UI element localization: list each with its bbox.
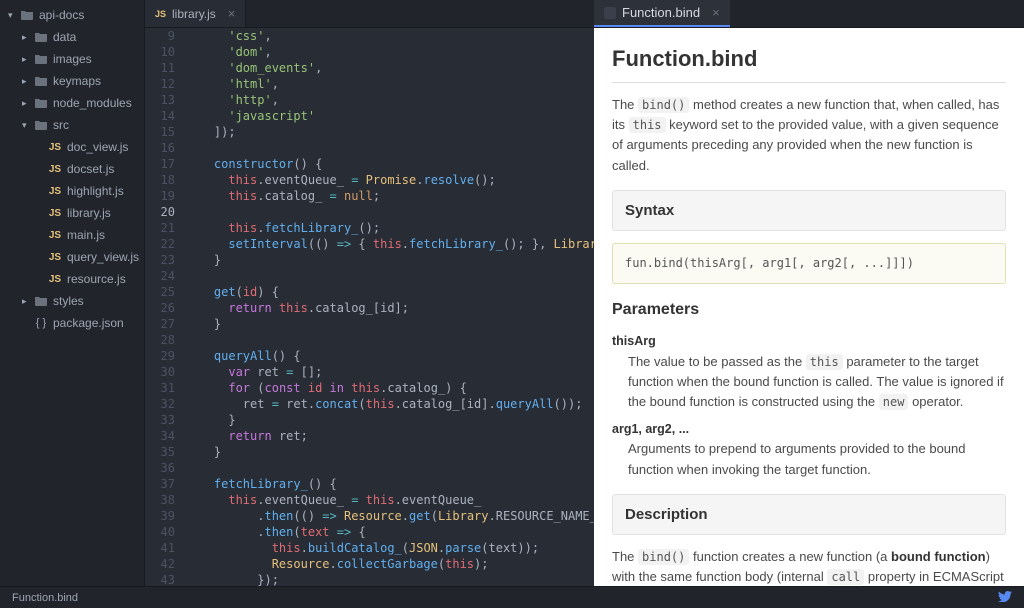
js-file-icon: JS <box>48 274 62 285</box>
tab-library-js[interactable]: JS library.js × <box>145 0 246 27</box>
file-tree-sidebar[interactable]: ▾ api-docs ▸ data ▸ images ▸ keymaps ▸ node_mod… <box>0 0 145 586</box>
js-file-icon: JS <box>48 142 62 153</box>
doc-body[interactable]: Function.bind The bind() method creates … <box>594 28 1024 586</box>
status-right-icon[interactable] <box>998 590 1012 605</box>
folder-label: images <box>53 52 92 66</box>
tree-file-resource-js[interactable]: JS resource.js <box>0 268 144 290</box>
file-label: resource.js <box>67 272 126 286</box>
tree-file-docset-js[interactable]: JS docset.js <box>0 158 144 180</box>
parameters-list: thisArg The value to be passed as the th… <box>612 332 1006 479</box>
doc-icon <box>604 7 616 19</box>
file-label: package.json <box>53 316 124 330</box>
folder-label: styles <box>53 294 84 308</box>
chevron-icon: ▾ <box>22 120 34 131</box>
folder-label: data <box>53 30 76 44</box>
tree-file-library-js[interactable]: JS library.js <box>0 202 144 224</box>
description-heading: Description <box>612 494 1006 535</box>
tree-folder-images[interactable]: ▸ images <box>0 48 144 70</box>
js-file-icon: JS <box>48 230 62 241</box>
syntax-code: fun.bind(thisArg[, arg1[, arg2[, ...]]]) <box>612 243 1006 284</box>
chevron-icon: ▸ <box>22 76 34 87</box>
folder-label: src <box>53 118 69 132</box>
chevron-icon: ▸ <box>22 54 34 65</box>
tree-file-highlight-js[interactable]: JS highlight.js <box>0 180 144 202</box>
close-icon[interactable]: × <box>712 5 720 20</box>
file-label: library.js <box>67 206 111 220</box>
tree-folder-data[interactable]: ▸ data <box>0 26 144 48</box>
close-icon[interactable]: × <box>228 6 236 21</box>
folder-icon <box>34 54 48 64</box>
tree-folder-keymaps[interactable]: ▸ keymaps <box>0 70 144 92</box>
tree-file-query_view-js[interactable]: JS query_view.js <box>0 246 144 268</box>
js-file-icon: JS <box>48 252 62 263</box>
status-left: Function.bind <box>12 592 78 604</box>
folder-label: api-docs <box>39 8 84 22</box>
chevron-icon: ▸ <box>22 32 34 43</box>
folder-label: node_modules <box>53 96 132 110</box>
chevron-icon: ▸ <box>22 98 34 109</box>
tab-label: Function.bind <box>622 5 700 20</box>
file-label: query_view.js <box>67 250 139 264</box>
folder-icon <box>20 10 34 20</box>
folder-icon <box>34 296 48 306</box>
tab-label: library.js <box>172 7 216 21</box>
tree-file-main-js[interactable]: JS main.js <box>0 224 144 246</box>
json-file-icon: { } <box>34 317 48 329</box>
doc-title: Function.bind <box>612 42 1006 83</box>
js-file-icon: JS <box>155 9 166 19</box>
file-label: main.js <box>67 228 105 242</box>
folder-icon <box>34 120 48 130</box>
tree-folder-src[interactable]: ▾ src <box>0 114 144 136</box>
doc-tab-bar: Function.bind × <box>594 0 1024 28</box>
folder-icon <box>34 98 48 108</box>
file-label: highlight.js <box>67 184 124 198</box>
editor-tab-bar: JS library.js × <box>145 0 594 28</box>
documentation-pane: Function.bind × Function.bind The bind()… <box>594 0 1024 586</box>
tree-folder-styles[interactable]: ▸ styles <box>0 290 144 312</box>
tree-file-package-json[interactable]: { } package.json <box>0 312 144 334</box>
file-label: doc_view.js <box>67 140 128 154</box>
js-file-icon: JS <box>48 208 62 219</box>
file-label: docset.js <box>67 162 114 176</box>
editor-pane: JS library.js × 910111213141516171819202… <box>145 0 594 586</box>
code-editor[interactable]: 9101112131415161718192021222324252627282… <box>145 28 594 586</box>
parameters-heading: Parameters <box>612 298 1006 323</box>
tab-function-bind[interactable]: Function.bind × <box>594 0 730 27</box>
doc-intro: The bind() method creates a new function… <box>612 95 1006 176</box>
description-body: The bind() function creates a new functi… <box>612 547 1006 586</box>
status-bar: Function.bind <box>0 586 1024 608</box>
chevron-down-icon: ▾ <box>8 10 20 21</box>
folder-icon <box>34 76 48 86</box>
tree-root[interactable]: ▾ api-docs <box>0 4 144 26</box>
folder-label: keymaps <box>53 74 101 88</box>
chevron-icon: ▸ <box>22 296 34 307</box>
js-file-icon: JS <box>48 164 62 175</box>
syntax-heading: Syntax <box>612 190 1006 231</box>
folder-icon <box>34 32 48 42</box>
tree-file-doc_view-js[interactable]: JS doc_view.js <box>0 136 144 158</box>
js-file-icon: JS <box>48 186 62 197</box>
tree-folder-node_modules[interactable]: ▸ node_modules <box>0 92 144 114</box>
